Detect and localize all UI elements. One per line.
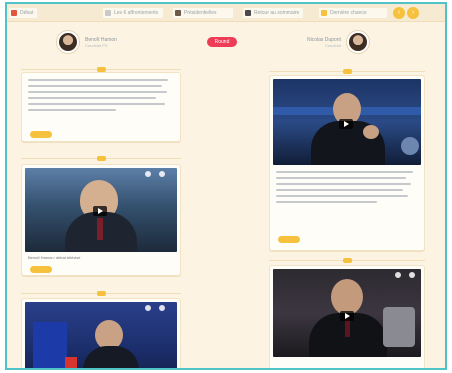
like-button[interactable] <box>30 131 52 138</box>
separator <box>21 155 181 161</box>
flag-icon <box>11 10 17 16</box>
video-thumbnail[interactable] <box>25 168 177 252</box>
separator <box>21 290 181 296</box>
separator <box>269 257 425 263</box>
author-name: Nicolas Dupont <box>307 36 341 43</box>
round-sub <box>209 51 235 56</box>
round-badge[interactable]: Round <box>207 37 237 47</box>
gear-icon <box>245 10 251 16</box>
like-button[interactable] <box>30 266 52 273</box>
play-icon[interactable] <box>93 206 107 216</box>
star-icon <box>321 10 327 16</box>
share-icon[interactable] <box>159 171 165 177</box>
nav-label: Présidentielles <box>184 10 217 16</box>
video-thumbnail[interactable] <box>273 269 421 357</box>
avatar <box>346 31 369 53</box>
clock-icon[interactable] <box>145 305 151 311</box>
nav-item-derniere[interactable]: Dernière chance <box>319 8 387 18</box>
clock-icon[interactable] <box>395 272 401 278</box>
nav-label: Débat <box>20 10 34 16</box>
clock-icon[interactable] <box>145 171 151 177</box>
right-card-text <box>276 171 420 207</box>
calendar-icon <box>105 10 111 16</box>
right-video-card <box>269 75 425 251</box>
author-subtitle: Candidat PS <box>85 42 108 48</box>
left-video-card-2 <box>21 298 181 368</box>
separator <box>269 68 425 74</box>
author-subtitle: Candidat <box>324 42 341 48</box>
video-thumbnail[interactable] <box>25 302 177 368</box>
nav-item-debat[interactable]: Débat <box>9 8 37 18</box>
video-caption: Benoît Hamon: débat télévisé <box>28 255 81 260</box>
tv-icon <box>175 10 181 16</box>
left-text-card <box>21 72 181 142</box>
nav-item-sommaire[interactable]: Retour au sommaire <box>243 8 303 18</box>
play-icon[interactable] <box>340 311 354 321</box>
prev-button[interactable]: ‹ <box>393 7 405 19</box>
debate-frame: Débat Les 6 affrontements Présidentielle… <box>5 2 447 370</box>
share-icon[interactable] <box>159 305 165 311</box>
nav-item-presidentielles[interactable]: Présidentielles <box>173 8 233 18</box>
left-video-card: Benoît Hamon: débat télévisé <box>21 164 181 276</box>
left-author: Benoît Hamon Candidat PS <box>57 31 117 53</box>
nav-label: Les 6 affrontements <box>114 10 159 16</box>
like-button[interactable] <box>278 236 300 243</box>
nav-item-affrontements[interactable]: Les 6 affrontements <box>103 8 163 18</box>
avatar <box>57 31 79 53</box>
author-name: Benoît Hamon <box>85 36 117 43</box>
right-video-card-2 <box>269 265 425 368</box>
next-button[interactable]: › <box>407 7 419 19</box>
play-icon[interactable] <box>339 119 353 129</box>
nav-label: Retour au sommaire <box>254 10 300 16</box>
nav-label: Dernière chance <box>330 10 367 16</box>
share-icon[interactable] <box>409 272 415 278</box>
video-thumbnail[interactable] <box>273 79 421 165</box>
right-author: Nicolas Dupont Candidat <box>307 31 369 53</box>
top-nav-bar: Débat Les 6 affrontements Présidentielle… <box>7 4 445 22</box>
